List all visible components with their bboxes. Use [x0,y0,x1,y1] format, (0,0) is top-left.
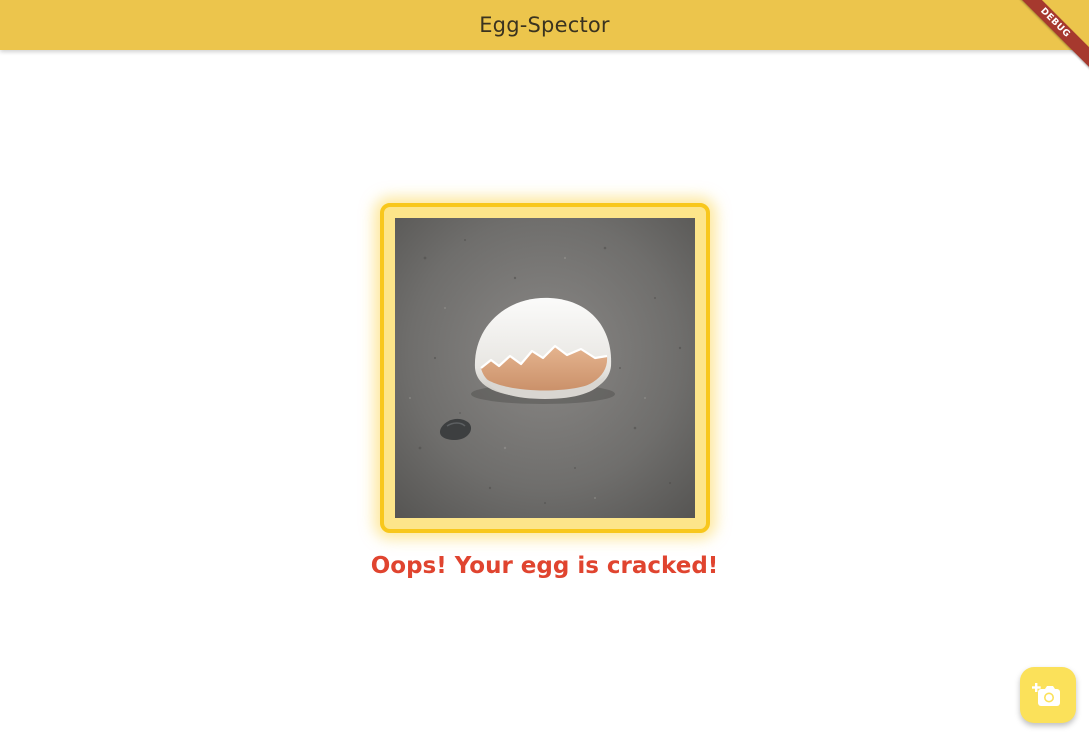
egg-photo [395,218,695,518]
add-a-photo-icon [1032,683,1060,706]
photo-frame [380,203,710,533]
result-message: Oops! Your egg is cracked! [370,553,719,579]
add-photo-button[interactable] [1020,667,1076,723]
app-title: Egg-Spector [479,13,610,37]
app-bar: Egg-Spector [0,0,1089,50]
